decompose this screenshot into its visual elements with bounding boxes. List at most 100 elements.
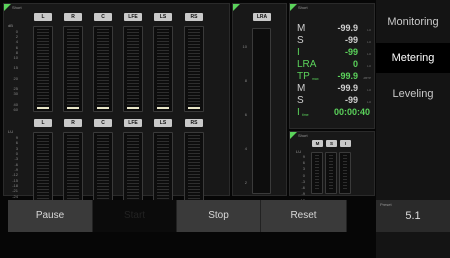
meter-level <box>97 107 109 109</box>
meter-ticks <box>67 29 79 109</box>
scale-tick-label: 15 <box>13 65 18 71</box>
scale-tick-label: 0 <box>302 172 305 178</box>
scale-tick-label: 6 <box>244 112 247 117</box>
meter-ticks <box>343 155 347 191</box>
meter-ticks <box>37 29 49 109</box>
channel-meter-l <box>33 26 53 112</box>
channel-label-r: R <box>64 119 82 127</box>
readout-label-s: S <box>297 35 304 46</box>
scale-tick-label: -18 <box>12 183 18 188</box>
channel-meter-lfe <box>123 26 143 112</box>
scale-tick-label: 8 <box>244 78 247 83</box>
msi-button-s[interactable]: S <box>326 140 337 147</box>
readout-value: 00:00:40 <box>333 107 370 117</box>
scale-tick-label: 9 <box>302 154 305 159</box>
channel-label-ls: LS <box>154 13 172 21</box>
channel-label-ls: LS <box>154 119 172 127</box>
readout-tag: Short <box>298 5 308 10</box>
readout-label-i: I <box>297 47 300 58</box>
readout-sublabel: time <box>302 113 309 117</box>
readout-unit: LU <box>367 88 371 92</box>
scale-tick-label: 10 <box>13 55 18 60</box>
readout-label-s: S <box>297 95 304 106</box>
readout-unit: LU <box>367 64 371 68</box>
readout-unit: LU <box>367 52 371 56</box>
meter-ticks <box>127 29 139 109</box>
msi-meter-panel: Short MSI LU 9630-3-6-9-12-15-18 <box>289 131 375 215</box>
msi-meter-i <box>339 152 351 194</box>
scale-tick-label: -9 <box>14 167 18 172</box>
scale-tick-label: -6 <box>14 161 18 167</box>
channel-label-lfe: LFE <box>124 13 142 21</box>
readout-value: -99.9 <box>337 83 358 93</box>
lu-unit-label: LU <box>8 129 14 134</box>
meter-ticks <box>315 155 319 191</box>
msi-indicator-icon <box>290 132 297 139</box>
scale-tick-label: -15 <box>12 177 18 183</box>
lra-meter <box>252 28 271 194</box>
readout-unit: dBTP <box>363 76 371 80</box>
meter-level <box>37 107 49 109</box>
channel-label-l: L <box>34 13 52 21</box>
readout-label-i: I <box>297 107 300 118</box>
readout-value: -99.9 <box>337 71 358 81</box>
meter-ticks <box>97 29 109 109</box>
readout-value: -99.9 <box>337 23 358 33</box>
scale-tick-label: 30 <box>13 91 18 97</box>
readout-label-lra: LRA <box>297 59 317 70</box>
sidebar-item-metering[interactable]: Metering <box>376 43 450 73</box>
start-button[interactable]: Start <box>93 200 177 232</box>
readout-value: -99 <box>344 35 358 45</box>
msi-tag: Short <box>298 133 308 138</box>
readout-value: -99 <box>344 95 358 105</box>
meter-ticks <box>157 29 169 109</box>
channel-label-l: L <box>34 119 52 127</box>
scale-tick-label: -9 <box>301 191 305 197</box>
channel-meter-r <box>63 26 83 112</box>
scale-tick-label: -12 <box>12 172 18 178</box>
scale-tick-label: -3 <box>14 156 18 162</box>
readout-sublabel: max <box>312 77 319 81</box>
preset-selector[interactable]: Preset 5.1 <box>376 200 450 232</box>
scale-tick-label: 0 <box>15 151 18 156</box>
lra-panel: LRA 10 8 6 4 2 <box>232 3 287 196</box>
meter-level <box>127 107 139 109</box>
db-scale: 0 2 4 6 8 10 15 20 25 30 40 60 <box>6 29 18 112</box>
lra-scale: 10 8 6 4 2 <box>235 44 247 189</box>
channel-label-lfe: LFE <box>124 119 142 127</box>
channel-label-rs: RS <box>185 13 203 21</box>
scale-tick-label: -24 <box>12 193 18 199</box>
scale-tick-label: 10 <box>242 44 247 49</box>
channel-label-rs: RS <box>185 119 203 127</box>
msi-meter-m <box>311 152 323 194</box>
panel-tag: Short <box>12 5 22 10</box>
channel-label-r: R <box>64 13 82 21</box>
msi-button-i[interactable]: I <box>340 140 351 147</box>
readout-label-m: M <box>297 83 306 94</box>
pause-button[interactable]: Pause <box>8 200 93 232</box>
meter-ticks <box>188 29 200 109</box>
readout-unit: LU <box>367 40 371 44</box>
scale-tick-label: -3 <box>301 178 305 184</box>
scale-tick-label: 2 <box>244 180 247 185</box>
stop-button[interactable]: Stop <box>177 200 261 232</box>
msi-button-m[interactable]: M <box>312 140 323 147</box>
reset-button[interactable]: Reset <box>261 200 347 232</box>
msi-meter-s <box>325 152 337 194</box>
short-term-indicator-icon <box>4 4 11 11</box>
channel-meters-panel: Short L R C LFE LS RS dB 0 2 4 6 8 10 15 20 25 30 40 60 … <box>3 3 230 220</box>
scale-tick-label: 4 <box>244 146 247 151</box>
meter-level <box>67 107 79 109</box>
readout-label-m: M <box>297 23 306 34</box>
scale-tick-label: 20 <box>13 75 18 81</box>
channel-meter-ls <box>153 26 173 112</box>
meter-level <box>188 107 200 109</box>
readout-unit: LU <box>367 28 371 32</box>
sidebar-item-monitoring[interactable]: Monitoring <box>376 7 450 37</box>
channel-meter-c <box>93 26 113 112</box>
scale-tick-label: 3 <box>302 166 305 172</box>
channel-label-c: C <box>94 13 112 21</box>
lra-indicator-icon <box>233 4 240 11</box>
readout-value: -99 <box>344 47 358 57</box>
sidebar-item-leveling[interactable]: Leveling <box>376 79 450 109</box>
